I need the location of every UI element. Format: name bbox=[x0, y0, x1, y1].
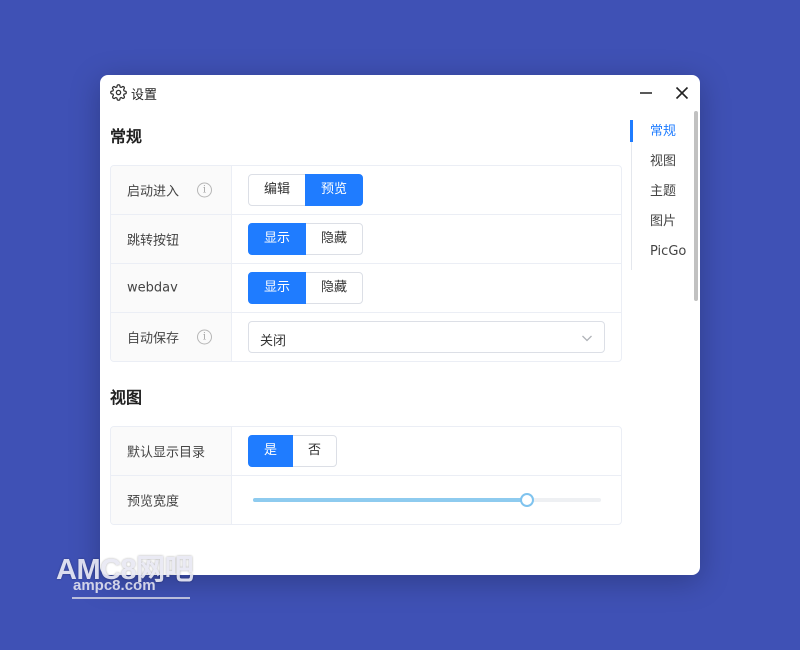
label-cell: 自动保存 i bbox=[111, 313, 232, 361]
jump-button-toggle: 显示 隐藏 bbox=[248, 223, 364, 255]
watermark: AMC8网吧 ampc8.com bbox=[56, 546, 196, 602]
watermark-underline bbox=[72, 597, 190, 599]
setting-row-default-toc: 默认显示目录 是 否 bbox=[111, 427, 621, 476]
setting-row-preview-width: 预览宽度 bbox=[111, 476, 621, 524]
startup-mode-toggle: 编辑 预览 bbox=[248, 174, 364, 206]
default-toc-toggle: 是 否 bbox=[248, 435, 338, 467]
anchor-nav: 常规 视图 主题 图片 PicGo bbox=[630, 120, 691, 270]
setting-label: 默认显示目录 bbox=[127, 445, 206, 461]
setting-row-autosave: 自动保存 i 关闭 bbox=[111, 313, 621, 361]
slider-fill bbox=[253, 498, 527, 502]
setting-label: webdav bbox=[127, 280, 178, 296]
setting-label: 跳转按钮 bbox=[127, 233, 180, 249]
label-cell: 默认显示目录 bbox=[111, 427, 232, 475]
nav-item-image[interactable]: 图片 bbox=[632, 210, 691, 240]
option-show-button[interactable]: 显示 bbox=[248, 272, 307, 304]
option-show-button[interactable]: 显示 bbox=[248, 223, 307, 255]
content-scrollbar[interactable] bbox=[694, 111, 700, 575]
slider-thumb[interactable] bbox=[519, 493, 534, 507]
label-cell: webdav bbox=[111, 264, 232, 312]
option-hide-button[interactable]: 隐藏 bbox=[305, 223, 364, 255]
section-title-general: 常规 bbox=[110, 127, 143, 146]
info-icon[interactable]: i bbox=[197, 329, 212, 345]
option-no-button[interactable]: 否 bbox=[292, 435, 338, 467]
chevron-down-icon bbox=[582, 335, 592, 342]
minimize-icon[interactable] bbox=[636, 83, 656, 103]
setting-row-jump-button: 跳转按钮 显示 隐藏 bbox=[111, 215, 621, 264]
view-settings-card: 默认显示目录 是 否 预览宽度 bbox=[110, 426, 622, 525]
close-icon[interactable] bbox=[672, 83, 692, 103]
gear-icon bbox=[110, 84, 127, 101]
preview-width-slider[interactable] bbox=[253, 492, 601, 508]
dialog-title: 设置 bbox=[131, 88, 158, 103]
option-preview-button[interactable]: 预览 bbox=[305, 174, 364, 206]
setting-label: 预览宽度 bbox=[127, 494, 180, 510]
watermark-url: ampc8.com bbox=[73, 577, 156, 594]
option-yes-button[interactable]: 是 bbox=[248, 435, 294, 467]
general-settings-card: 启动进入 i 编辑 预览 跳转按钮 显示 隐藏 webdav 显示 隐藏 自动保… bbox=[110, 165, 622, 362]
label-cell: 跳转按钮 bbox=[111, 215, 232, 263]
label-cell: 预览宽度 bbox=[111, 476, 232, 524]
info-icon[interactable]: i bbox=[197, 182, 212, 198]
option-edit-button[interactable]: 编辑 bbox=[248, 174, 307, 206]
webdav-toggle: 显示 隐藏 bbox=[248, 272, 364, 304]
label-cell: 启动进入 i bbox=[111, 166, 232, 214]
nav-item-view[interactable]: 视图 bbox=[632, 150, 691, 180]
section-title-view: 视图 bbox=[110, 388, 143, 407]
select-value: 关闭 bbox=[260, 334, 287, 349]
title-bar: 设置 bbox=[100, 75, 700, 111]
settings-content: 常规 启动进入 i 编辑 预览 跳转按钮 显示 隐藏 webdav 显示 隐藏 … bbox=[100, 111, 628, 575]
nav-item-general[interactable]: 常规 bbox=[630, 120, 691, 150]
nav-item-theme[interactable]: 主题 bbox=[632, 180, 691, 210]
setting-row-startup-mode: 启动进入 i 编辑 预览 bbox=[111, 166, 621, 215]
setting-label: 自动保存 bbox=[127, 331, 180, 347]
setting-row-webdav: webdav 显示 隐藏 bbox=[111, 264, 621, 313]
scrollbar-thumb[interactable] bbox=[694, 111, 698, 301]
autosave-select[interactable]: 关闭 bbox=[248, 321, 605, 353]
nav-item-picgo[interactable]: PicGo bbox=[632, 240, 691, 270]
setting-label: 启动进入 bbox=[127, 184, 180, 200]
settings-dialog: 设置 常规 启动进入 i 编辑 预览 跳转按钮 显示 隐藏 webdav 显示 … bbox=[100, 75, 700, 575]
option-hide-button[interactable]: 隐藏 bbox=[305, 272, 364, 304]
